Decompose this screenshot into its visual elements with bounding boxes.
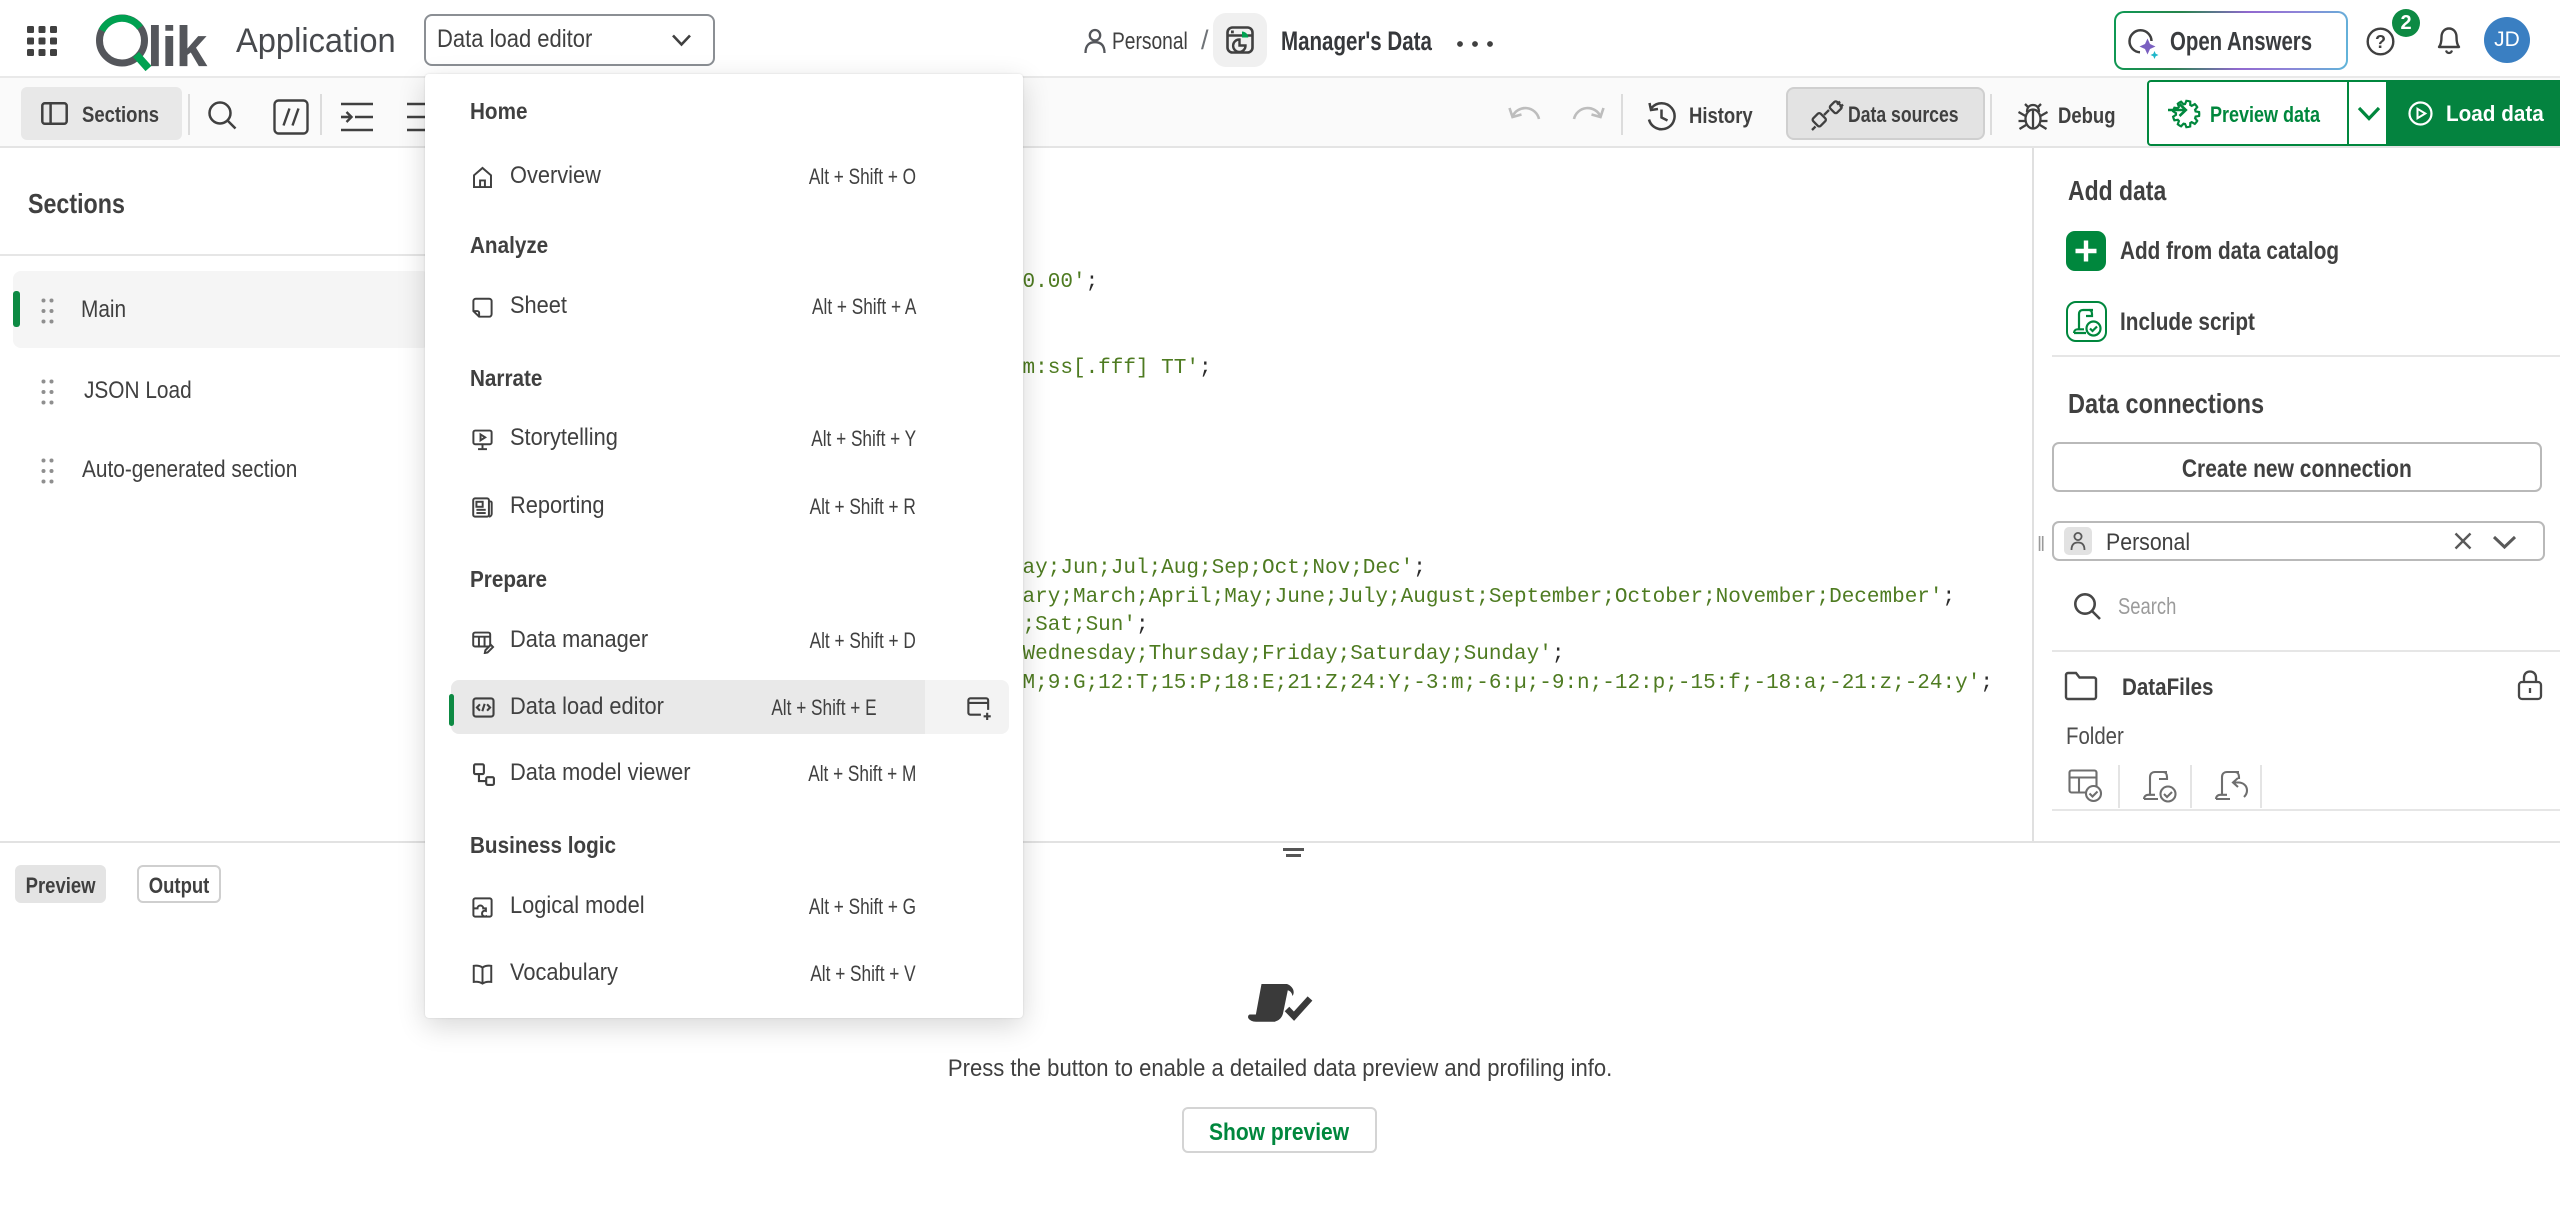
svg-text:?: ? (2375, 32, 2386, 52)
svg-text:lik: lik (147, 15, 208, 72)
